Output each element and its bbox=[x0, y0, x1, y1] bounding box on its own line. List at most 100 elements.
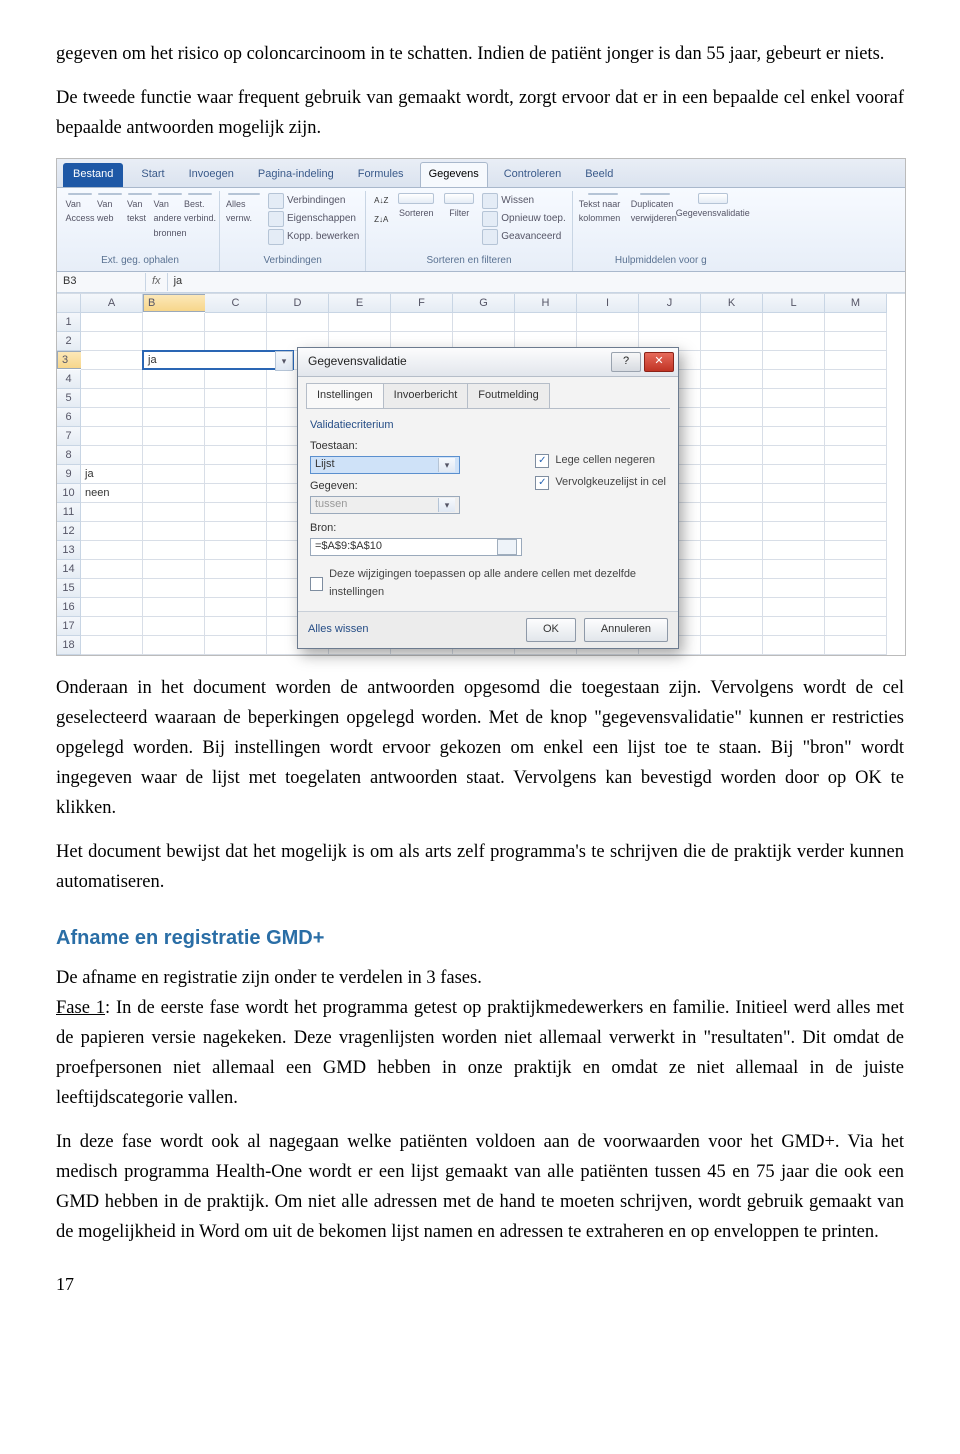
btn-sort-za[interactable]: Z↓A bbox=[372, 212, 390, 230]
cell-M16[interactable] bbox=[825, 598, 887, 617]
cell-K2[interactable] bbox=[701, 332, 763, 351]
cell-L15[interactable] bbox=[763, 579, 825, 598]
cell-C15[interactable] bbox=[205, 579, 267, 598]
cell-B4[interactable] bbox=[143, 370, 205, 389]
row-header-8[interactable]: 8 bbox=[57, 446, 81, 465]
cell-A7[interactable] bbox=[81, 427, 143, 446]
cell-B8[interactable] bbox=[143, 446, 205, 465]
input-bron[interactable]: =$A$9:$A$10 bbox=[310, 538, 522, 556]
cell-C18[interactable] bbox=[205, 636, 267, 655]
dialog-help-button[interactable]: ? bbox=[611, 352, 641, 372]
cell-A10[interactable]: neen bbox=[81, 484, 143, 503]
cell-M2[interactable] bbox=[825, 332, 887, 351]
cell-K16[interactable] bbox=[701, 598, 763, 617]
cell-A18[interactable] bbox=[81, 636, 143, 655]
cell-M3[interactable] bbox=[825, 351, 887, 370]
cell-M10[interactable] bbox=[825, 484, 887, 503]
cell-L18[interactable] bbox=[763, 636, 825, 655]
cell-C1[interactable] bbox=[205, 313, 267, 332]
cell-C13[interactable] bbox=[205, 541, 267, 560]
name-box[interactable]: B3 bbox=[57, 273, 146, 291]
checkbox-toepassen-alle[interactable]: Deze wijzigingen toepassen op alle ander… bbox=[310, 566, 666, 602]
cell-L8[interactable] bbox=[763, 446, 825, 465]
cell-K1[interactable] bbox=[701, 313, 763, 332]
row-header-11[interactable]: 11 bbox=[57, 503, 81, 522]
cell-M15[interactable] bbox=[825, 579, 887, 598]
cell-A12[interactable] bbox=[81, 522, 143, 541]
cell-A16[interactable] bbox=[81, 598, 143, 617]
btn-verbindingen[interactable]: Verbindingen bbox=[268, 193, 345, 209]
cell-L12[interactable] bbox=[763, 522, 825, 541]
col-header-F[interactable]: F bbox=[391, 294, 453, 313]
col-header-C[interactable]: C bbox=[205, 294, 267, 313]
dialog-tab-instellingen[interactable]: Instellingen bbox=[306, 383, 384, 408]
tab-gegevens[interactable]: Gegevens bbox=[420, 162, 488, 187]
row-header-2[interactable]: 2 bbox=[57, 332, 81, 351]
btn-van-access[interactable]: Van Access bbox=[67, 193, 93, 221]
tab-controleren[interactable]: Controleren bbox=[496, 163, 569, 187]
cell-K15[interactable] bbox=[701, 579, 763, 598]
cell-B18[interactable] bbox=[143, 636, 205, 655]
cell-L5[interactable] bbox=[763, 389, 825, 408]
col-header-D[interactable]: D bbox=[267, 294, 329, 313]
cell-K14[interactable] bbox=[701, 560, 763, 579]
cell-L14[interactable] bbox=[763, 560, 825, 579]
btn-kopp-bewerken[interactable]: Kopp. bewerken bbox=[268, 229, 359, 245]
row-header-18[interactable]: 18 bbox=[57, 636, 81, 655]
cell-B1[interactable] bbox=[143, 313, 205, 332]
cell-A3[interactable] bbox=[81, 351, 143, 370]
row-header-15[interactable]: 15 bbox=[57, 579, 81, 598]
button-annuleren[interactable]: Annuleren bbox=[584, 618, 668, 642]
formula-input[interactable]: ja bbox=[168, 273, 905, 291]
cell-K12[interactable] bbox=[701, 522, 763, 541]
cell-H1[interactable] bbox=[515, 313, 577, 332]
cell-B3[interactable]: ja bbox=[143, 351, 293, 369]
cell-A9[interactable]: ja bbox=[81, 465, 143, 484]
dialog-tab-invoerbericht[interactable]: Invoerbericht bbox=[383, 383, 469, 408]
btn-van-andere-bronnen[interactable]: Van andere bronnen bbox=[157, 193, 183, 221]
cell-K4[interactable] bbox=[701, 370, 763, 389]
cell-L17[interactable] bbox=[763, 617, 825, 636]
cell-E1[interactable] bbox=[329, 313, 391, 332]
cell-L7[interactable] bbox=[763, 427, 825, 446]
cell-L13[interactable] bbox=[763, 541, 825, 560]
btn-best-verbind[interactable]: Best. verbind. bbox=[187, 193, 213, 221]
btn-van-web[interactable]: Van web bbox=[97, 193, 123, 221]
dialog-tab-foutmelding[interactable]: Foutmelding bbox=[467, 383, 550, 408]
tab-bestand[interactable]: Bestand bbox=[63, 163, 123, 187]
row-header-17[interactable]: 17 bbox=[57, 617, 81, 636]
tab-formules[interactable]: Formules bbox=[350, 163, 412, 187]
checkbox-vervolgkeuzelijst[interactable]: ✓Vervolgkeuzelijst in cel bbox=[535, 474, 666, 492]
cell-B6[interactable] bbox=[143, 408, 205, 427]
cell-C5[interactable] bbox=[205, 389, 267, 408]
tab-start[interactable]: Start bbox=[133, 163, 172, 187]
range-picker-icon[interactable] bbox=[497, 539, 517, 555]
row-header-6[interactable]: 6 bbox=[57, 408, 81, 427]
cell-M4[interactable] bbox=[825, 370, 887, 389]
cell-A14[interactable] bbox=[81, 560, 143, 579]
cell-C2[interactable] bbox=[205, 332, 267, 351]
cell-K11[interactable] bbox=[701, 503, 763, 522]
tab-pagina-indeling[interactable]: Pagina-indeling bbox=[250, 163, 342, 187]
cell-L11[interactable] bbox=[763, 503, 825, 522]
btn-duplicaten-verwijderen[interactable]: Duplicaten verwijderen bbox=[631, 193, 679, 221]
btn-tekst-naar-kolommen[interactable]: Tekst naar kolommen bbox=[579, 193, 627, 221]
fx-icon[interactable]: fx bbox=[146, 273, 168, 291]
cell-M1[interactable] bbox=[825, 313, 887, 332]
cell-B16[interactable] bbox=[143, 598, 205, 617]
cell-B11[interactable] bbox=[143, 503, 205, 522]
cell-M11[interactable] bbox=[825, 503, 887, 522]
cell-B10[interactable] bbox=[143, 484, 205, 503]
cell-A11[interactable] bbox=[81, 503, 143, 522]
cell-B5[interactable] bbox=[143, 389, 205, 408]
cell-C16[interactable] bbox=[205, 598, 267, 617]
col-header-H[interactable]: H bbox=[515, 294, 577, 313]
cell-A2[interactable] bbox=[81, 332, 143, 351]
row-header-5[interactable]: 5 bbox=[57, 389, 81, 408]
cell-A6[interactable] bbox=[81, 408, 143, 427]
cell-B2[interactable] bbox=[143, 332, 205, 351]
btn-wissen[interactable]: Wissen bbox=[482, 193, 534, 209]
cell-K13[interactable] bbox=[701, 541, 763, 560]
cell-K8[interactable] bbox=[701, 446, 763, 465]
btn-opnieuw-toep[interactable]: Opnieuw toep. bbox=[482, 211, 566, 227]
